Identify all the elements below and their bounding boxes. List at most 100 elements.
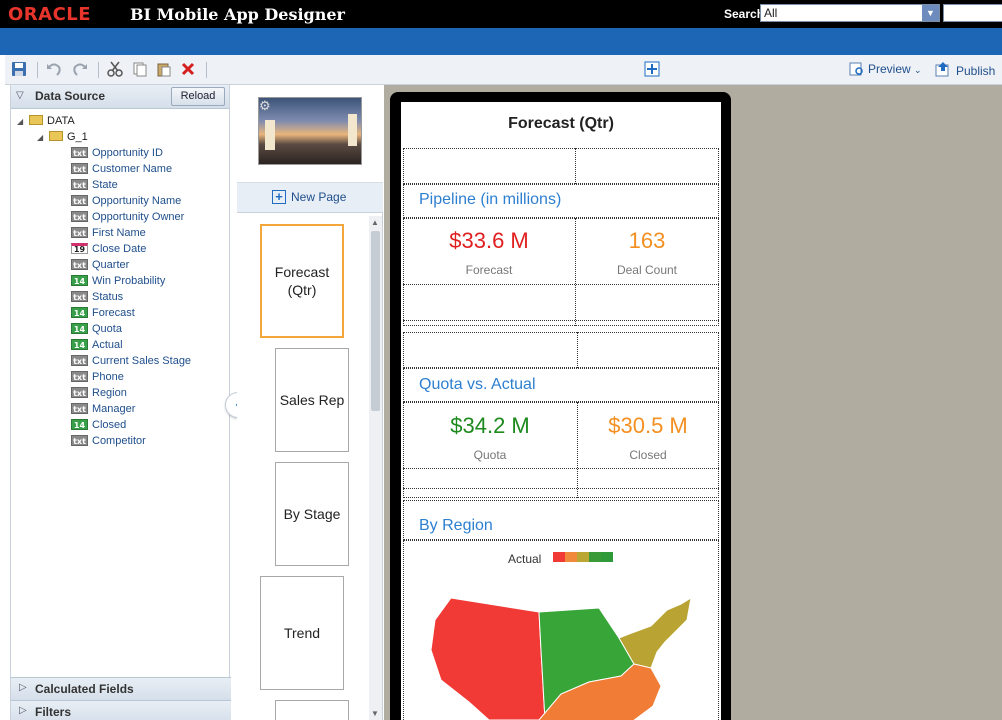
deal-count-label: Deal Count [616,263,678,277]
tree-field-item[interactable]: txt First Name [71,225,146,241]
number-type-icon: 14 [71,307,88,318]
preview-icon[interactable] [848,61,866,79]
page-thumb-trend[interactable]: Trend [260,576,344,690]
filters-header[interactable]: ▷ Filters [11,700,231,720]
legend-swatch [589,552,601,562]
tree-field-item[interactable]: 14 Actual [71,337,123,353]
text-type-icon: txt [71,259,88,270]
by-region-title[interactable]: By Region [419,517,493,535]
tree-field-item[interactable]: 19 Close Date [71,241,146,257]
page-thumb-label: Trend [283,625,321,641]
data-source-panel: ▽ Data Source Reload ◢ DATA ◢ G_1 txt Oppor… [10,85,231,720]
toolbar-divider [98,62,99,78]
page-thumb-sales-rep[interactable]: Sales Rep [275,348,349,452]
search-scope-select[interactable]: All ▼ [760,4,940,22]
cover-image[interactable] [258,97,362,165]
gear-icon[interactable]: ⚙ [259,98,271,114]
tree-field-item[interactable]: txt Competitor [71,433,146,449]
tree-field-item[interactable]: txt Opportunity Owner [71,209,184,225]
scroll-down-icon[interactable]: ▼ [371,709,379,718]
add-icon[interactable] [643,61,661,79]
text-type-icon: txt [71,355,88,366]
tree-field-item[interactable]: 14 Forecast [71,305,135,321]
copy-icon[interactable] [131,61,149,79]
tree-field-item[interactable]: txt Opportunity Name [71,193,181,209]
text-type-icon: txt [71,211,88,222]
tree-field-item[interactable]: txt Customer Name [71,161,172,177]
tree-field-item[interactable]: txt Current Sales Stage [71,353,191,369]
tree-field-label: Close Date [92,243,147,255]
preview-button[interactable]: Preview ⌄ [868,62,922,76]
undo-icon[interactable] [45,61,63,79]
tree-field-item[interactable]: txt Quarter [71,257,129,273]
tree-field-item[interactable]: txt Manager [71,401,135,417]
tree-field-item[interactable]: txt Region [71,385,127,401]
deal-count-value[interactable]: 163 [575,228,719,254]
top-bar: ORACLE BI Mobile App Designer Search All… [0,0,1002,28]
new-page-button[interactable]: + New Page [237,183,383,213]
tree-field-label: Win Probability [92,275,166,287]
scrollbar-thumb[interactable] [371,231,380,411]
chevron-down-icon[interactable]: ▼ [922,5,939,21]
scroll-up-icon[interactable]: ▲ [371,218,379,227]
tree-node-group[interactable]: ◢ G_1 [37,129,88,145]
chevron-down-icon[interactable]: ◢ [17,114,27,130]
page-thumb-forecast[interactable]: Forecast (Qtr) [260,224,344,338]
tree-field-label: Region [92,387,127,399]
filters-title: Filters [35,705,72,719]
tree-field-item[interactable]: txt Phone [71,369,124,385]
data-source-header[interactable]: ▽ Data Source Reload [11,85,229,109]
pipeline-title[interactable]: Pipeline (in millions) [419,191,561,209]
forecast-value[interactable]: $33.6 M [403,228,575,254]
number-type-icon: 14 [71,323,88,334]
tree-node-data[interactable]: ◢ DATA [17,113,75,129]
data-source-title: Data Source [35,89,106,103]
chevron-down-icon[interactable]: ◢ [37,130,47,146]
chevron-down-icon[interactable]: ▽ [16,90,24,101]
delete-icon[interactable] [179,61,197,79]
number-type-icon: 14 [71,275,88,286]
text-type-icon: txt [71,387,88,398]
page-thumb-more[interactable] [275,700,349,720]
map-region-northeast[interactable] [618,597,692,669]
tree-field-label: Forecast [92,307,135,319]
redo-icon[interactable] [71,61,89,79]
tree-field-item[interactable]: txt Opportunity ID [71,145,163,161]
publish-button[interactable]: Publish [956,64,995,78]
text-type-icon: txt [71,195,88,206]
tree-field-item[interactable]: 14 Quota [71,321,122,337]
toolbar-divider [37,62,38,78]
app-title: BI Mobile App Designer [130,5,345,24]
us-region-map[interactable] [429,590,699,720]
layout-grid[interactable] [403,332,719,368]
map-region-west[interactable] [430,597,546,720]
date-type-icon: 19 [71,243,88,254]
save-icon[interactable] [10,61,28,79]
layout-grid[interactable] [403,148,719,184]
search-input[interactable] [943,4,1002,22]
chevron-right-icon[interactable]: ▷ [19,705,27,716]
cut-icon[interactable] [106,61,124,79]
tree-field-item[interactable]: 14 Win Probability [71,273,165,289]
grid-divider [403,468,719,469]
screen-title[interactable]: Forecast (Qtr) [401,102,721,148]
page-thumb-by-stage[interactable]: By Stage [275,462,349,566]
chevron-right-icon[interactable]: ▷ [19,682,27,693]
tree-field-label: Opportunity Name [92,195,182,207]
grid-divider [403,284,719,285]
closed-value[interactable]: $30.5 M [577,413,719,439]
search-scope-value: All [764,6,778,20]
quota-vs-actual-title[interactable]: Quota vs. Actual [419,376,536,394]
quota-value[interactable]: $34.2 M [403,413,577,439]
publish-icon[interactable] [934,61,952,79]
tree-field-item[interactable]: 14 Closed [71,417,126,433]
reload-button[interactable]: Reload [171,87,225,106]
calculated-fields-header[interactable]: ▷ Calculated Fields [11,677,231,700]
tree-field-item[interactable]: txt Status [71,289,123,305]
grid-divider [575,148,576,184]
quota-label: Quota [473,448,507,462]
paste-icon[interactable] [155,61,173,79]
pages-scrollbar[interactable]: ▲ ▼ [369,216,382,720]
tree-field-item[interactable]: txt State [71,177,118,193]
phone-screen: Forecast (Qtr) Pipeline (in millions) $3… [401,102,721,720]
